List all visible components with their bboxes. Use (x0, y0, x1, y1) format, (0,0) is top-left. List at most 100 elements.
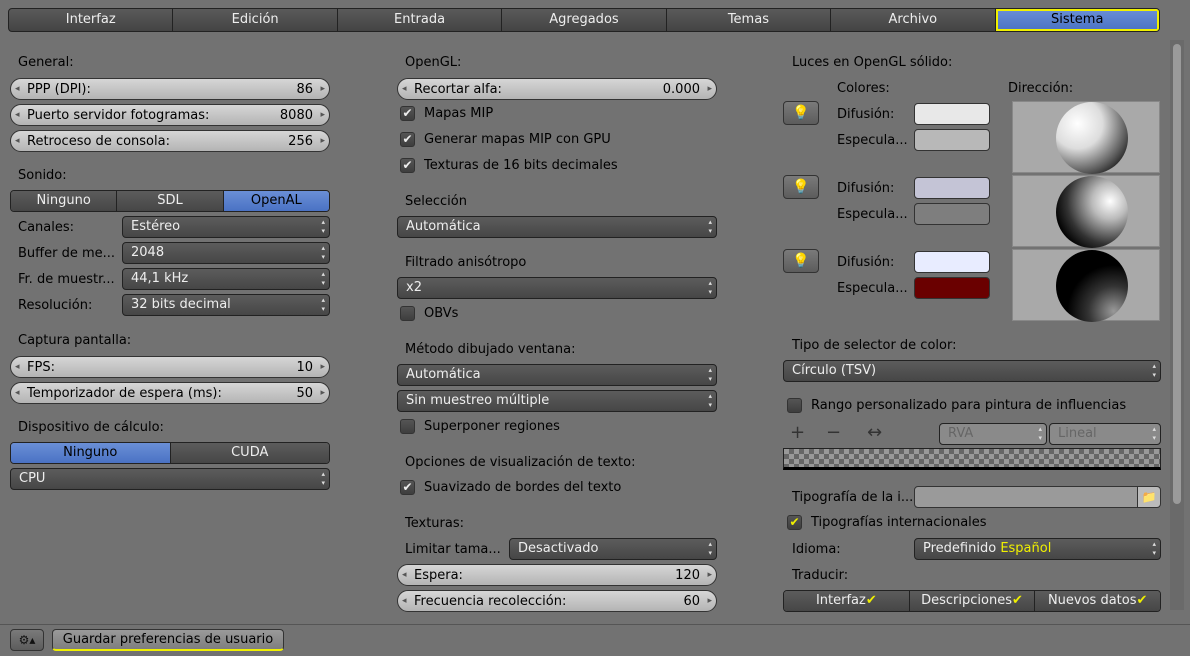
scrollback-field[interactable]: Retroceso de consola: 256 (10, 130, 330, 152)
port-field[interactable]: Puerto servidor fotogramas: 8080 (10, 104, 330, 126)
light2-direction-widget[interactable] (1012, 175, 1160, 248)
interface-font-label: Tipografía de la i... (792, 490, 914, 505)
diffuse-label: Difusión: (837, 255, 895, 270)
light-bulb-icon[interactable]: 💡 (783, 175, 819, 199)
add-stop-icon[interactable]: + (790, 424, 805, 442)
light1-diffuse-swatch[interactable] (914, 103, 990, 125)
texture-limit-dropdown[interactable]: Desactivado (509, 538, 717, 560)
interface-font-input[interactable] (914, 486, 1138, 508)
tab-temas[interactable]: Temas (667, 9, 832, 31)
flip-ramp-icon[interactable]: ↔ (867, 424, 882, 442)
general-heading: General: (18, 55, 74, 70)
collection-rate-field[interactable]: Frecuencia recolección: 60 (397, 590, 717, 612)
ramp-interp-dropdown[interactable]: Lineal (1049, 423, 1161, 445)
buffer-label: Buffer de me... (18, 246, 116, 261)
channels-label: Canales: (18, 220, 75, 235)
tab-interfaz[interactable]: Interfaz (9, 9, 174, 31)
tab-agregados[interactable]: Agregados (502, 9, 667, 31)
translate-label: Traducir: (792, 568, 849, 583)
16bit-textures-checkbox[interactable]: ✔ Texturas de 16 bits decimales (400, 158, 618, 173)
specular-label: Especula... (837, 207, 908, 222)
light3-direction-widget[interactable] (1012, 249, 1160, 322)
checkbox-box (400, 306, 415, 321)
sound-sdl-option[interactable]: SDL (117, 191, 224, 211)
check-icon: ✔ (400, 106, 415, 121)
translate-options: Interfaz✔ Descripciones✔ Nuevos datos✔ (783, 590, 1161, 612)
multisample-dropdown[interactable]: Sin muestreo múltiple (397, 390, 717, 412)
gpu-mipmap-label: Generar mapas MIP con GPU (424, 132, 611, 147)
light2-specular-swatch[interactable] (914, 203, 990, 225)
color-picker-heading: Tipo de selector de color: (792, 338, 957, 353)
direction-label: Dirección: (1008, 81, 1074, 96)
sound-heading: Sonido: (18, 168, 67, 183)
translate-tooltips-toggle[interactable]: Descripciones✔ (909, 591, 1036, 611)
color-picker-dropdown[interactable]: Círculo (TSV) (783, 360, 1161, 382)
dpi-label: PPP (DPI): (27, 81, 91, 97)
weight-range-label: Rango personalizado para pintura de infl… (811, 398, 1127, 413)
tab-archivo[interactable]: Archivo (831, 9, 996, 31)
window-draw-dropdown[interactable]: Automática (397, 364, 717, 386)
remove-stop-icon[interactable]: − (826, 424, 841, 442)
clip-alpha-value: 0.000 (662, 81, 700, 97)
aniso-heading: Filtrado anisótropo (405, 255, 527, 270)
rate-dropdown[interactable]: 44,1 kHz (122, 268, 330, 290)
fps-field[interactable]: FPS: 10 (10, 356, 330, 378)
sound-none-option[interactable]: Ninguno (11, 191, 118, 211)
compute-device-selector: Ninguno CUDA (10, 442, 330, 464)
light1-specular-swatch[interactable] (914, 129, 990, 151)
tab-sistema[interactable]: Sistema (995, 9, 1159, 31)
dpi-field[interactable]: PPP (DPI): 86 (10, 78, 330, 100)
scrollbar-thumb[interactable] (1173, 44, 1181, 504)
check-icon: ✔ (1136, 593, 1148, 608)
texture-wait-field[interactable]: Espera: 120 (397, 564, 717, 586)
scrollbar[interactable] (1170, 40, 1184, 610)
tab-entrada[interactable]: Entrada (338, 9, 503, 31)
weight-range-checkbox[interactable]: Rango personalizado para pintura de infl… (787, 398, 1126, 413)
tab-edicion[interactable]: Edición (173, 9, 338, 31)
sound-device-selector: Ninguno SDL OpenAL (10, 190, 330, 212)
light3-diffuse-swatch[interactable] (914, 251, 990, 273)
gpu-mipmap-checkbox[interactable]: ✔ Generar mapas MIP con GPU (400, 132, 611, 147)
mipmaps-checkbox[interactable]: ✔ Mapas MIP (400, 106, 493, 121)
color-ramp[interactable] (783, 448, 1161, 470)
port-label: Puerto servidor fotogramas: (27, 107, 210, 123)
intl-fonts-label: Tipografías internacionales (811, 515, 987, 530)
timer-field[interactable]: Temporizador de espera (ms): 50 (10, 382, 330, 404)
selection-dropdown[interactable]: Automática (397, 216, 717, 238)
light3-specular-swatch[interactable] (914, 277, 990, 299)
folder-icon[interactable]: 📁 (1137, 486, 1161, 508)
translate-interface-toggle[interactable]: Interfaz✔ (784, 591, 910, 611)
compute-device-dropdown[interactable]: CPU (10, 468, 330, 490)
aniso-dropdown[interactable]: x2 (397, 277, 717, 299)
check-icon: ✔ (400, 158, 415, 173)
intl-fonts-checkbox[interactable]: ✔ Tipografías internacionales (787, 515, 987, 530)
light1-direction-widget[interactable] (1012, 101, 1160, 174)
save-preferences-button[interactable]: Guardar preferencias de usuario (52, 629, 284, 651)
clip-alpha-field[interactable]: Recortar alfa: 0.000 (397, 78, 717, 100)
buffer-dropdown[interactable]: 2048 (122, 242, 330, 264)
fps-label: FPS: (27, 359, 55, 375)
sound-openal-option[interactable]: OpenAL (223, 191, 329, 211)
language-dropdown[interactable]: Predefinido Español (914, 538, 1161, 560)
text-aa-checkbox[interactable]: ✔ Suavizado de bordes del texto (400, 480, 621, 495)
timer-value: 50 (296, 385, 313, 401)
channels-dropdown[interactable]: Estéreo (122, 216, 330, 238)
capture-heading: Captura pantalla: (18, 333, 132, 348)
light2-diffuse-swatch[interactable] (914, 177, 990, 199)
vbo-checkbox[interactable]: OBVs (400, 306, 458, 321)
language-value: Español (1000, 541, 1052, 556)
light-bulb-icon[interactable]: 💡 (783, 101, 819, 125)
resolution-dropdown[interactable]: 32 bits decimal (122, 294, 330, 316)
light-bulb-icon[interactable]: 💡 (783, 249, 819, 273)
texture-limit-label: Limitar tama... (405, 542, 501, 557)
compute-cuda-option[interactable]: CUDA (170, 443, 329, 463)
language-label: Idioma: (792, 542, 841, 557)
editor-type-icon[interactable]: ⚙▴ (10, 629, 44, 651)
ramp-mode-dropdown[interactable]: RVA (939, 423, 1047, 445)
texture-wait-value: 120 (675, 567, 700, 583)
diffuse-label: Difusión: (837, 107, 895, 122)
region-overlap-checkbox[interactable]: Superponer regiones (400, 419, 560, 434)
timer-label: Temporizador de espera (ms): (27, 385, 222, 401)
compute-none-option[interactable]: Ninguno (11, 443, 171, 463)
translate-newdata-toggle[interactable]: Nuevos datos✔ (1035, 591, 1160, 611)
